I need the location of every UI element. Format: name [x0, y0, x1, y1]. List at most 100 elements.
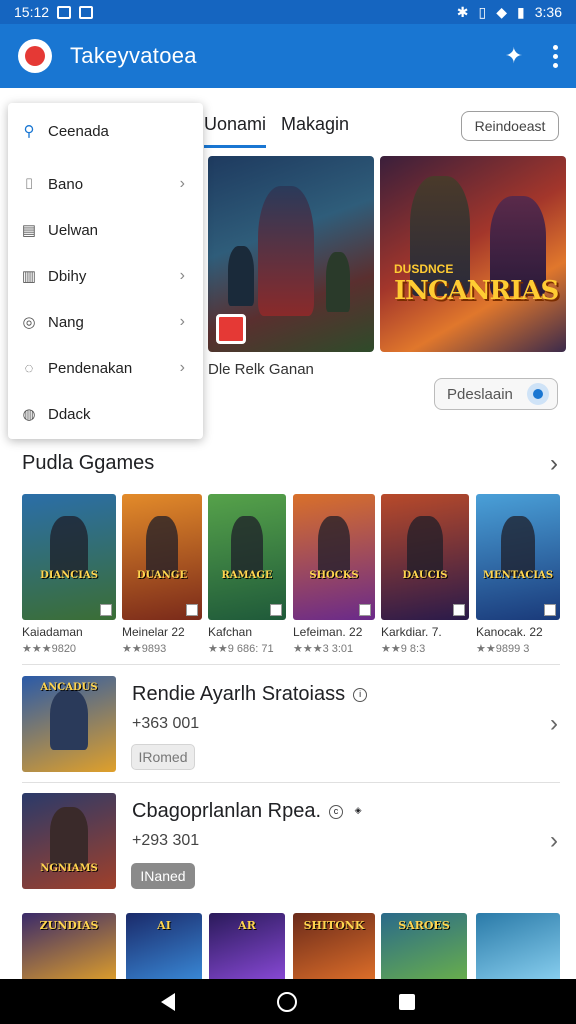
game-card[interactable]: SHOCKS — [293, 494, 375, 620]
settings-icon: ◎ — [22, 314, 36, 331]
list-item-thumbnail[interactable]: ANCADUS — [22, 676, 116, 772]
list-item-button[interactable]: INaned — [131, 863, 195, 889]
game-card[interactable]: AI — [126, 913, 202, 983]
chevron-right-icon: › — [179, 267, 185, 284]
menu-item-ceenada[interactable]: ⚲ Ceenada — [8, 111, 203, 151]
rating-badge-icon — [270, 604, 282, 616]
menu-item-ddack[interactable]: ◍ Ddack — [8, 394, 203, 434]
game-card[interactable]: RAMAGE — [208, 494, 286, 620]
wifi-icon: ◆ — [496, 3, 508, 20]
chevron-right-icon[interactable]: › — [550, 827, 558, 855]
game-card-label: Meinelar 22 — [122, 625, 185, 639]
rating-badge-icon — [100, 604, 112, 616]
game-card-rating: ★★9899 3 — [476, 643, 530, 655]
thumbnail-title: ANCADUS — [40, 682, 98, 693]
bluetooth-icon: ✱ — [456, 3, 469, 20]
grid-icon: ▥ — [21, 268, 37, 285]
banner-subtitle: DUSDNCE — [394, 262, 454, 276]
game-card-title: SHITONK — [303, 919, 365, 932]
game-card[interactable]: DUANGE — [122, 494, 202, 620]
game-card[interactable] — [476, 913, 560, 983]
back-icon[interactable] — [161, 992, 175, 1011]
game-card[interactable]: DIANCIAS — [22, 494, 116, 620]
toggle-icon — [527, 383, 549, 405]
chevron-right-icon[interactable]: › — [550, 710, 558, 738]
list-item-title[interactable]: Rendie Ayarlh Sratoiass i — [132, 683, 368, 706]
list-item-button[interactable]: IRomed — [131, 744, 195, 770]
menu-label: Uelwan — [48, 221, 99, 239]
list-item-title[interactable]: Cbagoprlanlan Rpea. c ◈ — [132, 800, 365, 823]
menu-label: Dbihy — [48, 267, 87, 285]
bookmark-icon: ⌷ — [24, 175, 34, 193]
game-card[interactable]: MENTACIAS — [476, 494, 560, 620]
tab-makagin[interactable]: Makagin — [281, 114, 349, 135]
game-card-label: Kanocak. 22 — [476, 625, 543, 639]
pill-label: Pdeslaain — [447, 385, 513, 403]
app-title: Takeyvatoea — [70, 43, 197, 68]
game-card-title: MENTACIAS — [482, 570, 554, 581]
menu-item-bano[interactable]: ⌷ Bano › — [8, 164, 203, 204]
document-icon: ▤ — [21, 222, 37, 239]
featured-game-banner-2[interactable]: DUSDNCE INCANRIAS — [380, 156, 566, 352]
game-card-title: DAUCIS — [402, 570, 448, 581]
game-card-title: DIANCIAS — [40, 570, 98, 581]
list-item-thumbnail[interactable]: NGNIAMS — [22, 793, 116, 889]
photo-notification-icon — [79, 5, 94, 19]
info-icon[interactable]: i — [353, 687, 368, 702]
list-item-title-text: Cbagoprlanlan Rpea. — [132, 800, 322, 822]
menu-item-dbihy[interactable]: ▥ Dbihy › — [8, 256, 203, 296]
dropdown-menu: ⚲ Ceenada ⌷ Bano › ▤ Uelwan ▥ Dbihy › ◎ … — [8, 103, 203, 439]
game-card[interactable]: SHITONK — [293, 913, 375, 983]
game-card-rating: ★★9 686: 71 — [208, 643, 274, 655]
menu-label: Ceenada — [48, 122, 109, 140]
featured-game-banner-1[interactable] — [208, 156, 374, 352]
game-card-title: SAROES — [398, 919, 450, 932]
game-card-title: SHOCKS — [309, 570, 359, 581]
game-card-rating: ★★9893 — [122, 643, 167, 655]
section-title: Pudla Ggames — [22, 452, 155, 474]
feedback-icon: ◍ — [22, 406, 36, 423]
status-bar: 15:12 ✱ ▯ ◆ ▮ 3:36 — [0, 0, 576, 24]
game-card-rating: ★★★3 3:01 — [293, 643, 354, 655]
chevron-right-icon: › — [179, 359, 185, 376]
pdeslaain-button[interactable]: Pdeslaain — [434, 378, 558, 410]
game-badge-icon — [216, 314, 246, 344]
menu-item-nang[interactable]: ◎ Nang › — [8, 302, 203, 342]
app-logo[interactable] — [18, 39, 52, 73]
game-card-label: Kaiadaman — [22, 625, 83, 639]
home-icon[interactable] — [277, 991, 297, 1012]
menu-item-pendenakan[interactable]: ◌ Pendenakan › — [8, 348, 203, 388]
search-icon: ⚲ — [23, 123, 35, 140]
game-card-title: AR — [238, 919, 256, 932]
game-card[interactable]: AR — [209, 913, 285, 983]
copyright-icon[interactable]: c — [329, 804, 344, 819]
game-card-title: DUANGE — [136, 570, 188, 581]
status-time-right: 3:36 — [534, 4, 562, 20]
chevron-right-icon[interactable]: › — [550, 450, 558, 478]
rating-badge-icon — [453, 604, 465, 616]
menu-item-uelwan[interactable]: ▤ Uelwan — [8, 210, 203, 250]
rating-badge-icon — [544, 604, 556, 616]
tag-icon[interactable]: ◈ — [351, 805, 365, 819]
game-card-label: Karkdiar. 7. — [381, 625, 442, 639]
app-bar: Takeyvatoea ✦ — [0, 24, 576, 88]
reindoeast-button[interactable]: Reindoeast — [461, 111, 559, 141]
rating-badge-icon — [186, 604, 198, 616]
tab-uonami[interactable]: Uonami — [204, 114, 267, 148]
pin-icon[interactable]: ✦ — [505, 43, 523, 69]
more-vert-icon[interactable] — [553, 44, 558, 68]
game-card[interactable]: SAROES — [381, 913, 467, 983]
battery-icon: ▮ — [517, 3, 525, 20]
recents-icon[interactable] — [399, 993, 415, 1010]
chevron-right-icon: › — [179, 175, 185, 192]
divider — [22, 782, 560, 783]
game-card-label: Kafchan — [208, 625, 253, 639]
game-card-rating: ★★★9820 — [22, 643, 77, 655]
divider — [22, 664, 560, 665]
system-nav-bar — [0, 979, 576, 1024]
game-card[interactable]: DAUCIS — [381, 494, 469, 620]
vibrate-icon: ▯ — [478, 3, 487, 20]
game-card-title: ZUNDIAS — [39, 919, 99, 932]
game-card[interactable]: ZUNDIAS — [22, 913, 116, 983]
featured-caption: Dle Relk Ganan — [208, 361, 314, 378]
